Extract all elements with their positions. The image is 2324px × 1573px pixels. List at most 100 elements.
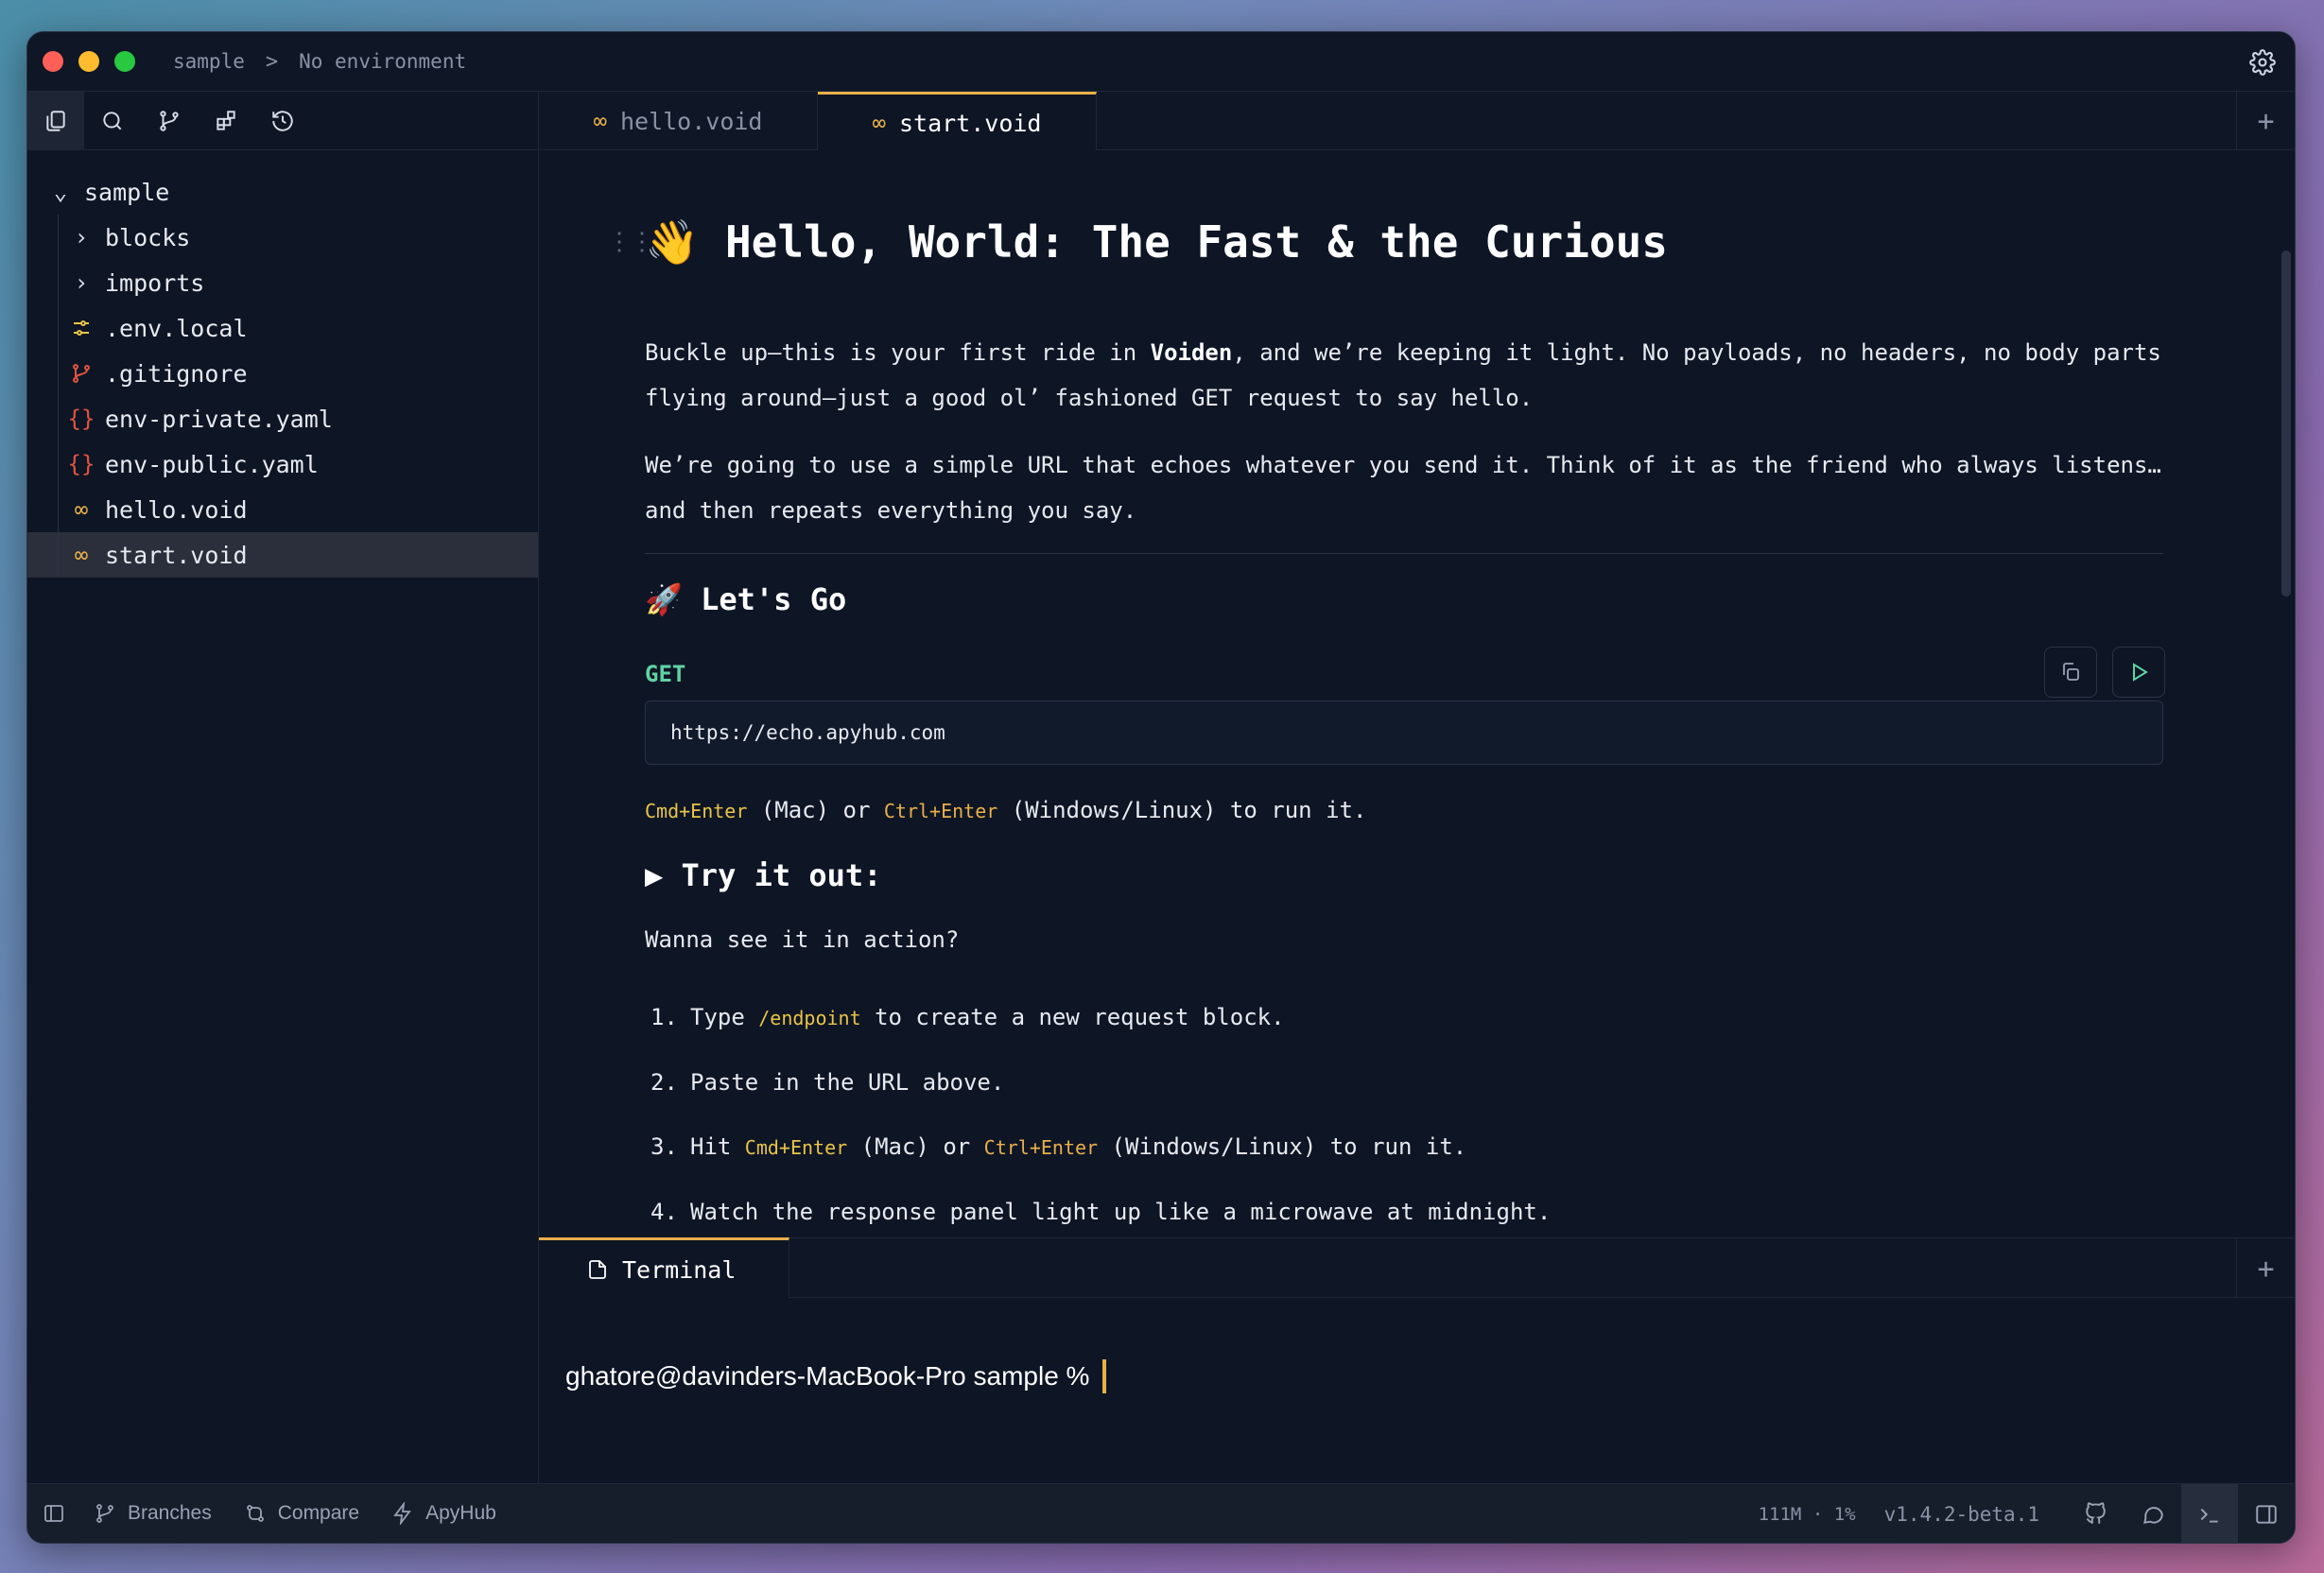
separator-dot: · — [1812, 1503, 1824, 1525]
doc-heading-1: 👋 Hello, World: The Fast & the Curious — [645, 216, 1668, 268]
branches-label: Branches — [128, 1502, 212, 1524]
text-run: to create a new request block. — [860, 1004, 1285, 1030]
list-number: 4. — [650, 1199, 678, 1225]
github-icon[interactable] — [2068, 1484, 2125, 1543]
text-run: Paste in the URL above. — [690, 1069, 1005, 1096]
gear-icon[interactable] — [2249, 49, 2276, 76]
sidebar-icon — [44, 1505, 63, 1522]
git-branch-icon — [96, 1504, 113, 1523]
tab-terminal[interactable]: Terminal — [539, 1237, 789, 1299]
terminal-panel[interactable]: ghatore@davinders-MacBook-Pro sample % — [539, 1298, 2295, 1485]
app-version: v1.4.2-beta.1 — [1883, 1502, 2039, 1526]
tree-file-gitignore[interactable]: .gitignore — [27, 351, 538, 396]
lightning-icon — [393, 1502, 411, 1525]
memory-usage: 111M — [1758, 1503, 1802, 1525]
terminal-cursor — [1102, 1359, 1107, 1393]
tab-hello-void[interactable]: ∞ hello.void — [539, 92, 818, 150]
apyhub-label: ApyHub — [425, 1502, 496, 1524]
run-request-button[interactable] — [2112, 647, 2165, 698]
tree-folder-imports[interactable]: › imports — [27, 260, 538, 305]
document-editor[interactable]: ⋮⋮ 👋 Hello, World: The Fast & the Curiou… — [539, 150, 2295, 1237]
tree-file-start-void[interactable]: ∞ start.void — [27, 532, 538, 578]
tree-item-label: start.void — [105, 541, 248, 569]
cpu-usage: 1% — [1833, 1503, 1856, 1525]
tree-file-env-private[interactable]: {} env-private.yaml — [27, 396, 538, 441]
text-run: Type — [690, 1004, 759, 1030]
compare-label: Compare — [277, 1502, 360, 1524]
tab-start-void[interactable]: ∞ start.void — [818, 92, 1097, 151]
status-bar-right: 111M · 1% v1.4.2-beta.1 — [1758, 1484, 2295, 1543]
file-icon — [589, 1260, 606, 1279]
environment-selector[interactable]: No environment — [299, 50, 466, 73]
tree-file-hello-void[interactable]: ∞ hello.void — [27, 487, 538, 532]
files-icon[interactable] — [27, 91, 84, 150]
minimize-window-button[interactable] — [78, 51, 99, 72]
doc-heading-2: 🚀 Let's Go — [645, 581, 847, 617]
list-number: 3. — [650, 1133, 678, 1160]
request-url-input[interactable]: https://echo.apyhub.com — [645, 700, 2163, 765]
search-icon[interactable] — [84, 92, 141, 150]
tree-item-label: env-private.yaml — [105, 405, 333, 433]
tree-item-label: env-public.yaml — [105, 450, 319, 478]
request-method[interactable]: GET — [645, 661, 685, 687]
close-window-button[interactable] — [43, 51, 63, 72]
branches-button[interactable]: Branches — [94, 1502, 212, 1525]
list-number: 2. — [650, 1069, 678, 1096]
tree-item-label: imports — [105, 268, 205, 297]
tab-label: hello.void — [619, 107, 763, 135]
tree-file-env-local[interactable]: .env.local — [27, 305, 538, 351]
infinity-icon: ∞ — [872, 110, 886, 136]
text-run: (Mac) or — [747, 797, 884, 823]
terminal-prompt: ghatore@davinders-MacBook-Pro sample % — [565, 1359, 1107, 1393]
sidebar: ⌄ sample › blocks › imports .env.local .… — [27, 91, 539, 1485]
toggle-sidebar-button[interactable] — [43, 1502, 65, 1525]
chevron-right-icon: > — [265, 49, 279, 74]
sidebar-toolbar — [27, 91, 538, 150]
divider — [645, 553, 2163, 554]
bold-text: Voiden — [1150, 339, 1233, 366]
new-terminal-button[interactable]: + — [2236, 1238, 2295, 1299]
doc-heading-3-toggle[interactable]: ▶ Try it out: — [645, 857, 881, 893]
text-run: (Mac) or — [847, 1133, 984, 1160]
doc-paragraph-1: Buckle up—this is your first ride in Voi… — [645, 330, 2163, 421]
copy-request-button[interactable] — [2044, 647, 2097, 698]
kbd-windows: Ctrl+Enter — [883, 800, 998, 822]
editor-tabs: ∞ hello.void ∞ start.void + — [539, 92, 2295, 151]
tree-file-env-public[interactable]: {} env-public.yaml — [27, 441, 538, 487]
list-item: 3. Hit Cmd+Enter (Mac) or Ctrl+Enter (Win… — [650, 1133, 1466, 1160]
history-icon[interactable] — [254, 92, 311, 150]
inline-code: Ctrl+Enter — [983, 1136, 1099, 1159]
chevron-down-icon: ⌄ — [53, 179, 68, 205]
text-run: Watch the response panel light up like a… — [690, 1199, 1552, 1225]
inline-code: /endpoint — [758, 1007, 861, 1029]
braces-icon: {} — [67, 406, 95, 432]
status-bar: Branches Compare ApyHub 111M · 1% v1.4.2… — [27, 1483, 2295, 1543]
editor-scrollbar[interactable] — [2281, 251, 2291, 596]
title-bar: sample > No environment — [27, 32, 2295, 92]
chat-icon[interactable] — [2125, 1484, 2181, 1543]
window-controls — [43, 51, 135, 72]
git-branch-icon[interactable] — [141, 92, 198, 150]
kbd-mac: Cmd+Enter — [645, 800, 748, 822]
apyhub-button[interactable]: ApyHub — [391, 1502, 496, 1525]
copy-icon — [2063, 663, 2079, 681]
terminal-toggle-icon[interactable] — [2181, 1484, 2238, 1543]
list-item: 1. Type /endpoint to create a new request… — [650, 1004, 1285, 1030]
compare-button[interactable]: Compare — [244, 1502, 359, 1525]
tree-item-label: sample — [84, 178, 170, 206]
new-tab-button[interactable]: + — [2236, 92, 2295, 150]
terminal-tabs: Terminal + — [539, 1237, 2295, 1299]
tree-item-label: .env.local — [105, 314, 248, 342]
tree-folder-sample[interactable]: ⌄ sample — [27, 169, 538, 215]
breadcrumb: sample > No environment — [173, 50, 466, 74]
extensions-icon[interactable] — [198, 92, 254, 150]
chevron-right-icon: › — [74, 224, 89, 251]
tree-folder-blocks[interactable]: › blocks — [27, 215, 538, 260]
app-window: sample > No environment ⌄ sample › block… — [26, 31, 2296, 1544]
doc-intro: Wanna see it in action? — [645, 926, 960, 953]
breadcrumb-project[interactable]: sample — [173, 50, 245, 73]
chevron-right-icon: › — [74, 269, 89, 296]
right-panel-icon[interactable] — [2238, 1484, 2295, 1543]
tree-item-label: blocks — [105, 223, 191, 251]
maximize-window-button[interactable] — [114, 51, 135, 72]
